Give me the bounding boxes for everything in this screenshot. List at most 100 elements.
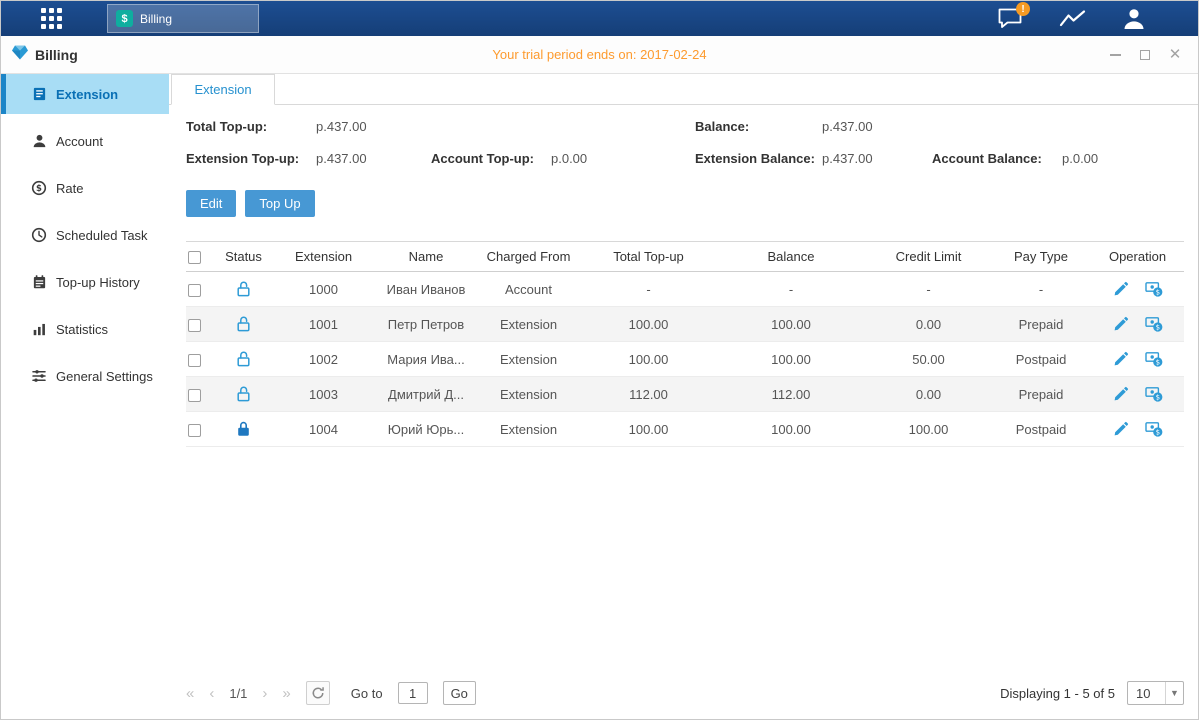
rate-icon: $ (31, 180, 47, 196)
cell-operation: $ (1091, 281, 1184, 297)
maximize-button[interactable] (1138, 48, 1152, 62)
app-title: Billing (35, 47, 78, 63)
cell-name: Иван Иванов (376, 282, 476, 297)
topup-icon[interactable]: $ (1145, 351, 1163, 367)
edit-icon[interactable] (1113, 386, 1129, 402)
table-row: 1004 Юрий Юрь... Extension 100.00 100.00… (186, 412, 1184, 447)
trial-notice: Your trial period ends on: 2017-02-24 (1, 47, 1198, 62)
edit-button[interactable]: Edit (186, 190, 236, 217)
goto-page-input[interactable] (398, 682, 428, 704)
cell-total-topup: 112.00 (581, 387, 716, 402)
cell-operation: $ (1091, 316, 1184, 332)
user-account-icon[interactable] (1122, 7, 1146, 30)
topup-icon[interactable]: $ (1145, 281, 1163, 297)
cell-charged-from: Extension (476, 422, 581, 437)
col-status: Status (216, 249, 271, 264)
tab-extension[interactable]: Extension (171, 74, 275, 105)
sidebar-item-rate[interactable]: $ Rate (1, 168, 169, 208)
cell-charged-from: Extension (476, 317, 581, 332)
top-up-button[interactable]: Top Up (245, 190, 314, 217)
sidebar-item-label: General Settings (56, 369, 153, 384)
statistics-chart-icon[interactable] (1059, 8, 1086, 29)
account-topup-value: p.0.00 (551, 151, 695, 166)
cell-pay-type: Postpaid (991, 422, 1091, 437)
sidebar-item-account[interactable]: Account (1, 121, 169, 161)
cell-credit-limit: - (866, 282, 991, 297)
account-icon (31, 133, 47, 149)
cell-credit-limit: 0.00 (866, 317, 991, 332)
next-page-icon[interactable]: › (262, 685, 267, 702)
sidebar: Extension Account $ Rate Scheduled Task (1, 74, 169, 719)
sidebar-item-general-settings[interactable]: General Settings (1, 356, 169, 396)
svg-text:$: $ (1155, 394, 1159, 402)
edit-icon[interactable] (1113, 281, 1129, 297)
displaying-text: Displaying 1 - 5 of 5 (1000, 686, 1115, 701)
edit-icon[interactable] (1113, 316, 1129, 332)
topup-icon[interactable]: $ (1145, 386, 1163, 402)
topup-icon[interactable]: $ (1145, 421, 1163, 437)
row-checkbox[interactable] (188, 284, 201, 297)
edit-icon[interactable] (1113, 351, 1129, 367)
row-checkbox[interactable] (188, 319, 201, 332)
cell-operation: $ (1091, 386, 1184, 402)
billing-logo-icon (11, 44, 29, 66)
history-calendar-icon (31, 274, 47, 290)
cell-credit-limit: 100.00 (866, 422, 991, 437)
prev-page-icon[interactable]: ‹ (209, 685, 214, 702)
last-page-icon[interactable]: » (282, 685, 290, 702)
extension-topup-value: p.437.00 (316, 151, 431, 166)
cell-name: Петр Петров (376, 317, 476, 332)
col-pay-type: Pay Type (991, 249, 1091, 264)
cell-status (216, 421, 271, 438)
first-page-icon[interactable]: « (186, 685, 194, 702)
sidebar-item-statistics[interactable]: Statistics (1, 309, 169, 349)
clock-icon (31, 227, 47, 243)
close-button[interactable]: ✕ (1168, 48, 1182, 62)
sidebar-item-label: Rate (56, 181, 83, 196)
account-topup-label: Account Top-up: (431, 151, 551, 166)
col-credit-limit: Credit Limit (866, 249, 991, 264)
extension-icon (31, 86, 47, 102)
cell-balance: 100.00 (716, 317, 866, 332)
cell-name: Мария Ива... (376, 352, 476, 367)
cell-charged-from: Extension (476, 387, 581, 402)
sidebar-item-topup-history[interactable]: Top-up History (1, 262, 169, 302)
minimize-button[interactable] (1108, 48, 1122, 62)
cell-pay-type: Postpaid (991, 352, 1091, 367)
extension-balance-label: Extension Balance: (695, 151, 822, 166)
bar-chart-icon (31, 321, 47, 337)
total-topup-value: p.437.00 (316, 119, 431, 134)
table-row: 1001 Петр Петров Extension 100.00 100.00… (186, 307, 1184, 342)
row-checkbox[interactable] (188, 389, 201, 402)
select-all-checkbox[interactable] (188, 251, 201, 264)
cell-balance: 100.00 (716, 352, 866, 367)
page-size-select[interactable]: 10 ▼ (1127, 681, 1184, 705)
cell-name: Юрий Юрь... (376, 422, 476, 437)
refresh-button[interactable] (306, 681, 330, 705)
cell-extension: 1000 (271, 282, 376, 297)
notification-badge: ! (1016, 2, 1030, 16)
cell-credit-limit: 0.00 (866, 387, 991, 402)
table-header: Status Extension Name Charged From Total… (186, 241, 1184, 272)
cell-status (216, 351, 271, 368)
cell-total-topup: - (581, 282, 716, 297)
page-size-value: 10 (1128, 686, 1165, 701)
messages-icon[interactable]: ! (997, 7, 1023, 30)
go-button[interactable]: Go (443, 681, 476, 705)
sidebar-item-extension[interactable]: Extension (1, 74, 169, 114)
apps-grid-icon[interactable] (41, 8, 62, 29)
row-checkbox[interactable] (188, 354, 201, 367)
extension-balance-value: p.437.00 (822, 151, 932, 166)
col-charged-from: Charged From (476, 249, 581, 264)
topbar: $ Billing ! (1, 1, 1198, 36)
cell-balance: 100.00 (716, 422, 866, 437)
topup-icon[interactable]: $ (1145, 316, 1163, 332)
row-checkbox[interactable] (188, 424, 201, 437)
sidebar-item-scheduled-task[interactable]: Scheduled Task (1, 215, 169, 255)
cell-extension: 1003 (271, 387, 376, 402)
cell-extension: 1001 (271, 317, 376, 332)
tab-strip: Extension (169, 74, 1198, 105)
status-lock-icon (236, 316, 251, 331)
topbar-tab-billing[interactable]: $ Billing (107, 4, 259, 33)
edit-icon[interactable] (1113, 421, 1129, 437)
